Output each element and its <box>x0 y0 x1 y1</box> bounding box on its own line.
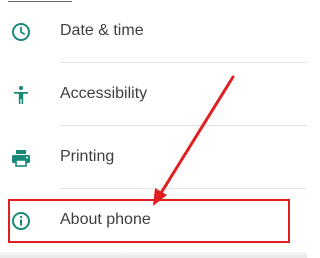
bottom-edge <box>0 252 307 258</box>
settings-item-label: Accessibility <box>60 85 148 102</box>
settings-item-accessibility[interactable]: Accessibility <box>0 64 307 126</box>
divider <box>60 188 307 189</box>
settings-item-label: Date & time <box>60 22 144 39</box>
divider <box>60 125 307 126</box>
printer-icon <box>10 147 32 169</box>
divider <box>60 62 307 63</box>
clock-icon <box>10 21 32 43</box>
highlight-box <box>8 199 290 243</box>
settings-screen: Date & time Accessibility Printing About… <box>0 0 307 258</box>
settings-item-label: Printing <box>60 148 115 165</box>
settings-item-printing[interactable]: Printing <box>0 127 307 189</box>
accessibility-icon <box>10 84 32 106</box>
settings-item-date-time[interactable]: Date & time <box>0 1 307 63</box>
